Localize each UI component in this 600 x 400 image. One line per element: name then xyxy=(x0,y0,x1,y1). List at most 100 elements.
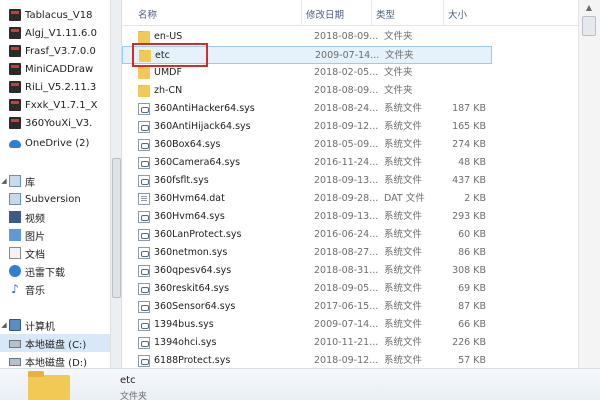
file-row[interactable]: 360AntiHacker64.sys 2018-08-24... 系统文件 187 … xyxy=(122,100,492,118)
file-modified-date: 2018-08-31... xyxy=(314,265,378,276)
file-row[interactable]: en-US 2018-08-09... 文件夹 xyxy=(122,28,492,46)
file-name: UMDF xyxy=(154,67,182,78)
file-row[interactable]: 360netmon.sys 2018-08-27... 系统文件 86 KB xyxy=(122,244,492,262)
column-header-size[interactable]: 大小 xyxy=(444,0,492,26)
file-modified-date: 2018-08-24... xyxy=(314,103,378,114)
app-icon xyxy=(9,81,21,93)
file-name: etc xyxy=(155,50,170,61)
file-row[interactable]: zh-CN 2018-08-09... 文件夹 xyxy=(122,82,492,100)
file-size xyxy=(432,28,486,46)
nav-item-subversion[interactable]: Subversion xyxy=(0,190,110,208)
nav-group-libraries[interactable]: ◢ 库 xyxy=(0,172,110,190)
file-name: 360Hvm64.sys xyxy=(154,211,225,222)
nav-item-fxxk[interactable]: Fxxk_V1.7.1_X xyxy=(0,96,110,114)
file-size xyxy=(432,64,486,82)
file-row[interactable]: 360Sensor64.sys 2017-06-15... 系统文件 87 KB xyxy=(122,298,492,316)
collapse-icon[interactable]: ◢ xyxy=(0,321,8,329)
download-library-icon xyxy=(9,265,21,277)
nav-item-drive-c[interactable]: 本地磁盘 (C:) xyxy=(0,334,110,352)
nav-item-label: 360YouXi_V3. xyxy=(25,117,93,129)
file-size: 2 KB xyxy=(464,193,486,204)
nav-item-label: 文档 xyxy=(25,249,45,261)
nav-group-label: 库 xyxy=(25,177,35,189)
column-header-date[interactable]: 修改日期 xyxy=(302,0,372,26)
file-row[interactable]: 360reskit64.sys 2018-09-05... 系统文件 69 KB xyxy=(122,280,492,298)
file-modified-date: 2016-11-24... xyxy=(314,157,378,168)
file-row[interactable]: 360LanProtect.sys 2016-06-24... 系统文件 60 KB xyxy=(122,226,492,244)
file-name: 6188Protect.sys xyxy=(154,355,231,366)
system-file-icon xyxy=(138,283,150,295)
file-row[interactable]: 360fsflt.sys 2018-09-13... 系统文件 437 KB xyxy=(122,172,492,190)
system-file-icon xyxy=(138,211,150,223)
file-modified-date: 2018-09-12... xyxy=(314,121,378,132)
scrollbar-thumb[interactable] xyxy=(112,158,121,298)
file-row[interactable]: 360qpesv64.sys 2018-08-31... 系统文件 308 KB xyxy=(122,262,492,280)
file-row[interactable]: 6188Protect.sys 2018-09-12... 系统文件 57 KB xyxy=(122,352,492,368)
file-name: en-US xyxy=(154,31,183,42)
nav-item-label: 迅雷下载 xyxy=(25,267,65,279)
nav-item-documents[interactable]: 文档 xyxy=(0,244,110,262)
computer-icon xyxy=(9,319,21,331)
nav-item-label: OneDrive (2) xyxy=(25,137,90,149)
file-size: 66 KB xyxy=(458,319,486,330)
file-size: 293 KB xyxy=(452,211,486,222)
nav-item-label: Fxxk_V1.7.1_X xyxy=(25,99,98,111)
file-row[interactable]: UMDF 2018-02-05... 文件夹 xyxy=(122,64,492,82)
dat-file-icon xyxy=(138,193,150,205)
nav-item-label: 音乐 xyxy=(25,285,45,297)
scroll-up-icon[interactable]: ▲ xyxy=(583,2,595,14)
file-row[interactable]: etc 2009-07-14... 文件夹 xyxy=(122,46,492,64)
nav-item-rili[interactable]: RiLi_V5.2.11.3 xyxy=(0,78,110,96)
file-modified-date: 2009-07-14... xyxy=(315,50,379,61)
nav-item-tablacus[interactable]: Tablacus_V18 xyxy=(0,6,110,24)
nav-item-pictures[interactable]: 图片 xyxy=(0,226,110,244)
file-name: 360AntiHijack64.sys xyxy=(154,121,251,132)
scrollbar-thumb[interactable] xyxy=(582,16,596,36)
collapse-icon[interactable]: ◢ xyxy=(0,177,8,185)
file-modified-date: 2018-09-12... xyxy=(314,355,378,366)
navigation-scrollbar[interactable] xyxy=(110,0,122,368)
file-size: 57 KB xyxy=(458,355,486,366)
nav-item-drive-d[interactable]: 本地磁盘 (D:) xyxy=(0,352,110,368)
file-row[interactable]: 360AntiHijack64.sys 2018-09-12... 系统文件 165 … xyxy=(122,118,492,136)
column-header-name[interactable]: 名称 xyxy=(134,0,302,26)
nav-item-minicaddraw[interactable]: MiniCADDraw xyxy=(0,60,110,78)
file-modified-date: 2018-09-13... xyxy=(314,175,378,186)
nav-item-algj[interactable]: Algj_V1.11.6.0 xyxy=(0,24,110,42)
nav-item-music[interactable]: ♪ 音乐 xyxy=(0,280,110,298)
details-name: etc xyxy=(120,375,136,386)
system-file-icon xyxy=(138,355,150,367)
library-folder-icon xyxy=(9,193,21,205)
nav-group-computer[interactable]: ◢ 计算机 xyxy=(0,316,110,334)
file-list-scrollbar[interactable]: ▲ xyxy=(578,0,600,368)
file-name: 360Camera64.sys xyxy=(154,157,241,168)
file-row[interactable]: 360Hvm64.sys 2018-09-13... 系统文件 293 KB xyxy=(122,208,492,226)
column-header-type[interactable]: 类型 xyxy=(372,0,444,26)
file-size: 308 KB xyxy=(452,265,486,276)
nav-item-label: 本地磁盘 (C:) xyxy=(25,339,87,351)
nav-item-label: Algj_V1.11.6.0 xyxy=(25,27,97,39)
system-file-icon xyxy=(138,265,150,277)
file-list: 名称 修改日期 类型 大小 en-US 2018-08-09... 文件夹 etc 20… xyxy=(122,0,578,368)
nav-item-label: Tablacus_V18 xyxy=(25,9,93,21)
nav-item-thunder-downloads[interactable]: 迅雷下载 xyxy=(0,262,110,280)
file-row[interactable]: 360Hvm64.dat 2018-09-28... DAT 文件 2 KB xyxy=(122,190,492,208)
file-name: 360netmon.sys xyxy=(154,247,228,258)
system-file-icon xyxy=(138,319,150,331)
nav-item-frasf[interactable]: Frasf_V3.7.0.0 xyxy=(0,42,110,60)
hard-disk-icon xyxy=(9,358,21,366)
file-row[interactable]: 1394bus.sys 2009-07-14... 系统文件 66 KB xyxy=(122,316,492,334)
file-row[interactable]: 360Box64.sys 2018-05-09... 系统文件 274 KB xyxy=(122,136,492,154)
file-name: 1394ohci.sys xyxy=(154,337,217,348)
file-name: 360reskit64.sys xyxy=(154,283,230,294)
nav-item-onedrive[interactable]: OneDrive (2) xyxy=(0,134,110,152)
nav-item-360youxi[interactable]: 360YouXi_V3. xyxy=(0,114,110,132)
folder-icon xyxy=(28,371,70,400)
system-file-icon xyxy=(138,337,150,349)
file-size: 48 KB xyxy=(458,157,486,168)
file-row[interactable]: 360Camera64.sys 2016-11-24... 系统文件 48 KB xyxy=(122,154,492,172)
nav-item-videos[interactable]: 视频 xyxy=(0,208,110,226)
picture-library-icon xyxy=(9,229,21,241)
file-row[interactable]: 1394ohci.sys 2010-11-21... 系统文件 226 KB xyxy=(122,334,492,352)
file-name: 360fsflt.sys xyxy=(154,175,209,186)
